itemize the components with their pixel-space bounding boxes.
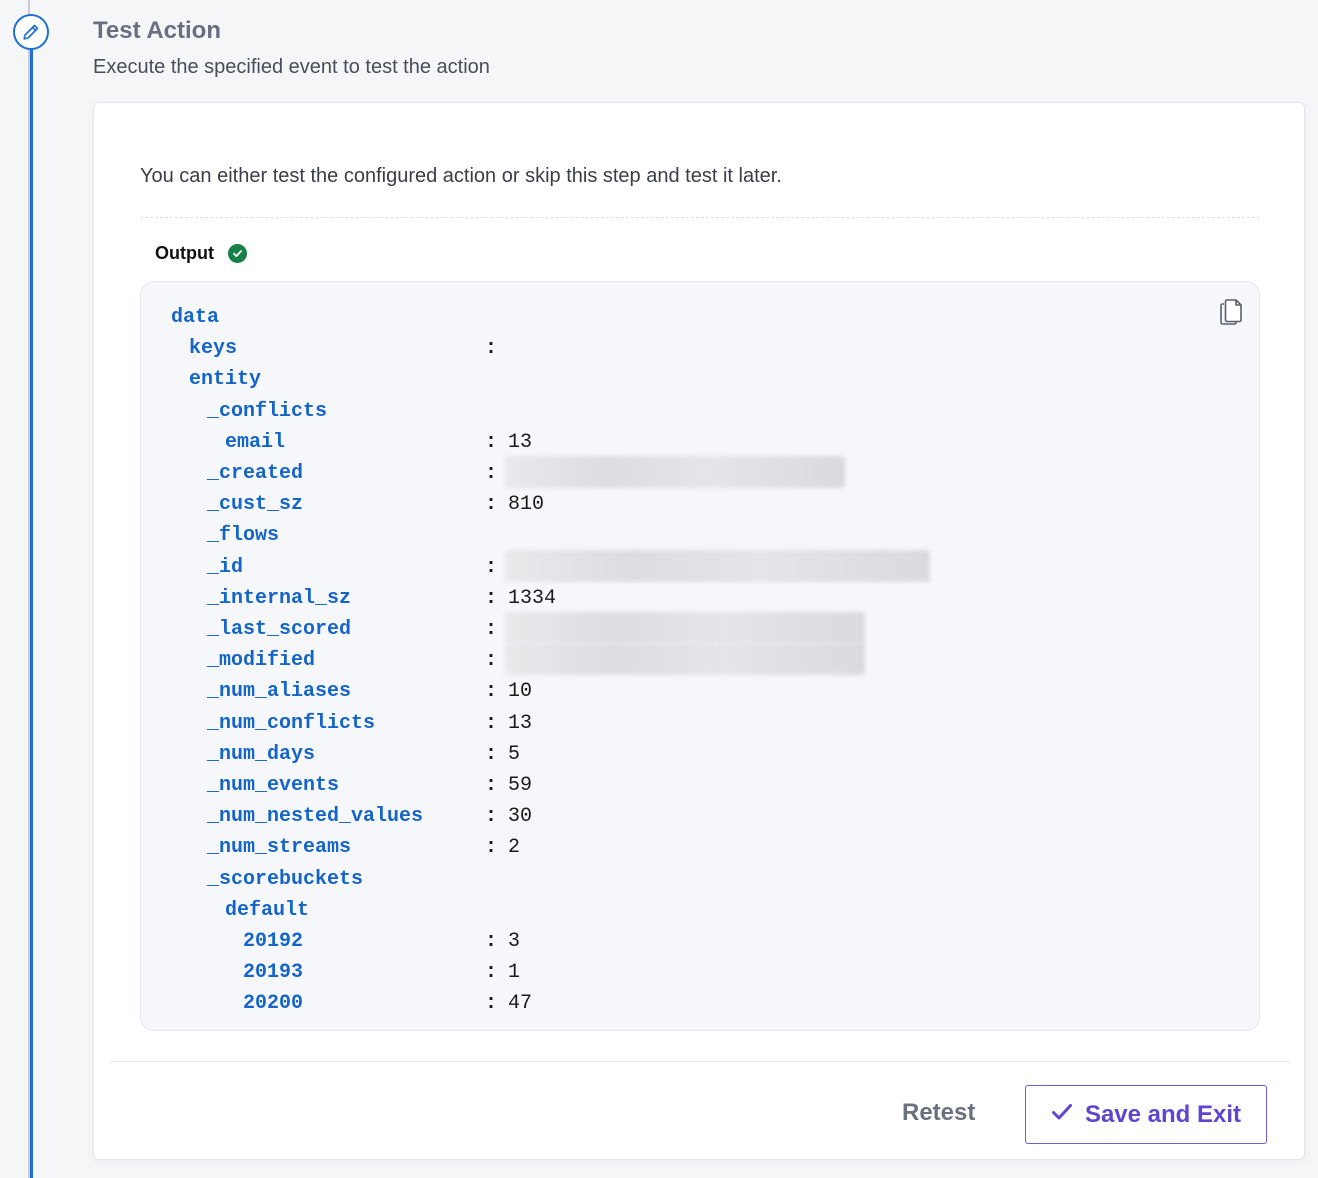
output-line: _modified: (141, 643, 1259, 679)
output-key: _cust_sz (207, 493, 304, 517)
footer-divider (110, 1061, 1290, 1062)
output-colon: : (485, 961, 498, 985)
output-value: 59 (508, 774, 533, 797)
test-action-card: You can either test the configured actio… (93, 102, 1305, 1160)
output-line: keys: (141, 337, 1259, 367)
output-label: Output (155, 243, 214, 263)
output-key: _num_days (207, 742, 316, 766)
output-line: _num_days:5 (141, 743, 1259, 773)
output-line: data (141, 306, 1259, 336)
output-line: _scorebuckets (141, 868, 1259, 898)
output-key: _num_nested_values (207, 805, 424, 829)
redacted-value (505, 612, 865, 644)
output-line: _created: (141, 456, 1259, 492)
output-value: 1 (508, 961, 521, 985)
output-value: 810 (508, 493, 545, 517)
retest-button[interactable]: Retest (902, 1099, 975, 1127)
output-value: 3 (508, 930, 521, 953)
output-key: entity (189, 368, 262, 392)
step-title: Test Action (93, 17, 222, 44)
info-text: You can either test the configured actio… (140, 165, 782, 187)
output-value: 5 (508, 742, 521, 766)
output-line: entity (141, 368, 1259, 398)
test-action-step: Test Action Execute the specified event … (0, 0, 1318, 1178)
output-colon: : (485, 680, 498, 704)
output-colon: : (485, 555, 498, 579)
output-colon: : (485, 649, 498, 673)
output-key: _scorebuckets (207, 867, 364, 891)
output-line: 20192:3 (141, 930, 1259, 960)
output-value: 10 (508, 680, 533, 704)
output-colon: : (485, 430, 498, 454)
output-value: 30 (508, 805, 533, 829)
step-subtitle: Execute the specified event to test the … (93, 56, 490, 78)
output-colon: : (485, 930, 498, 953)
output-colon: : (485, 805, 498, 829)
output-colon: : (485, 836, 498, 860)
output-key: data (171, 306, 220, 329)
divider (140, 217, 1260, 218)
output-colon: : (485, 462, 498, 485)
output-colon: : (485, 711, 498, 735)
output-line: 20193:1 (141, 961, 1259, 991)
output-key: 20193 (243, 961, 304, 985)
output-key: _num_aliases (207, 680, 352, 704)
save-and-exit-button[interactable]: Save and Exit (1025, 1085, 1267, 1144)
output-colon: : (485, 618, 498, 641)
output-key: _created (207, 462, 304, 485)
output-header: Output (155, 243, 247, 264)
checkmark-icon (1051, 1101, 1073, 1129)
output-key: _num_conflicts (207, 711, 376, 735)
output-colon: : (485, 337, 498, 361)
output-colon: : (485, 774, 498, 797)
redacted-value (505, 456, 845, 488)
output-colon: : (485, 992, 498, 1016)
output-code-block[interactable]: data keys: entity _conflicts email:13 _create… (140, 281, 1260, 1031)
output-key: _last_scored (207, 618, 352, 641)
pencil-icon (13, 14, 49, 50)
output-line: _num_nested_values:30 (141, 805, 1259, 835)
output-colon: : (485, 742, 498, 766)
output-value: 47 (508, 992, 533, 1016)
output-value: 2 (508, 836, 521, 860)
output-key: 20200 (243, 992, 304, 1016)
output-line: _id: (141, 549, 1259, 586)
output-line: default (141, 899, 1259, 929)
output-key: email (225, 430, 286, 454)
output-key: default (225, 898, 310, 922)
output-line: _num_streams:2 (141, 836, 1259, 866)
output-key: _internal_sz (207, 586, 352, 610)
output-line: _num_aliases:10 (141, 680, 1259, 710)
save-and-exit-label: Save and Exit (1084, 1100, 1242, 1128)
output-line: _conflicts (141, 400, 1259, 430)
output-key: keys (189, 337, 238, 361)
output-key: _conflicts (207, 399, 328, 423)
output-key: _modified (207, 649, 316, 673)
output-key: _flows (207, 524, 280, 548)
output-line: 20200:47 (141, 992, 1259, 1022)
step-rail-active (30, 48, 33, 1178)
output-key: 20192 (243, 930, 304, 953)
output-line: _num_conflicts:13 (141, 712, 1259, 742)
output-value: 13 (508, 430, 533, 454)
output-colon: : (485, 586, 498, 610)
redacted-value (505, 549, 930, 582)
output-value: 1334 (508, 586, 557, 610)
output-key: _num_events (207, 774, 340, 797)
redacted-value (505, 643, 865, 676)
output-value: 13 (508, 711, 533, 735)
output-key: _id (207, 555, 244, 579)
output-line: _cust_sz:810 (141, 493, 1259, 523)
success-check-icon (227, 244, 247, 263)
output-key: _num_streams (207, 836, 352, 860)
output-line: _num_events:59 (141, 774, 1259, 804)
output-colon: : (485, 493, 498, 517)
